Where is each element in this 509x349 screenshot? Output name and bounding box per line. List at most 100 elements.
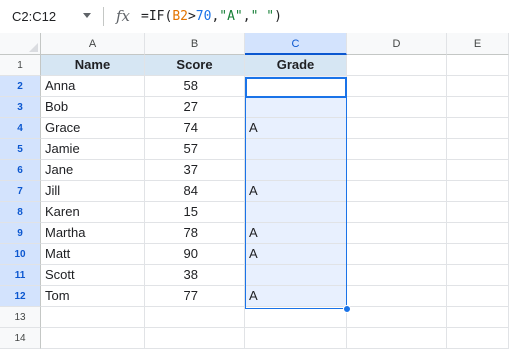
cell[interactable] xyxy=(447,265,509,286)
formula-input[interactable]: =IF(B2>70,"A"," ") xyxy=(141,9,282,24)
row-header-13[interactable]: 13 xyxy=(0,307,41,328)
row-header-8[interactable]: 8 xyxy=(0,202,41,223)
row-header-1[interactable]: 1 xyxy=(0,55,41,76)
cell[interactable] xyxy=(245,328,347,349)
fill-handle[interactable] xyxy=(343,305,351,313)
score-cell[interactable]: 90 xyxy=(145,244,245,265)
cell[interactable] xyxy=(347,160,447,181)
cell[interactable] xyxy=(347,286,447,307)
grade-cell[interactable] xyxy=(245,97,347,118)
grade-cell[interactable]: A xyxy=(245,223,347,244)
cell[interactable] xyxy=(347,328,447,349)
cell[interactable] xyxy=(245,307,347,328)
name-cell[interactable]: Anna xyxy=(41,76,145,97)
cell[interactable] xyxy=(447,181,509,202)
cell[interactable] xyxy=(447,55,509,76)
column-header-b[interactable]: B xyxy=(145,33,245,55)
row-header-14[interactable]: 14 xyxy=(0,328,41,349)
score-cell[interactable]: 27 xyxy=(145,97,245,118)
grade-cell[interactable] xyxy=(245,265,347,286)
cell[interactable] xyxy=(447,139,509,160)
column-header-e[interactable]: E xyxy=(447,33,509,55)
row-header-12[interactable]: 12 xyxy=(0,286,41,307)
grade-cell[interactable]: A xyxy=(245,244,347,265)
name-cell[interactable]: Jamie xyxy=(41,139,145,160)
cell[interactable] xyxy=(447,118,509,139)
name-box[interactable]: C2:C12 xyxy=(0,0,101,33)
cell[interactable] xyxy=(347,139,447,160)
cell[interactable] xyxy=(447,202,509,223)
name-cell[interactable]: Jill xyxy=(41,181,145,202)
grade-cell[interactable]: A xyxy=(245,181,347,202)
cell[interactable] xyxy=(447,76,509,97)
header-cell-name[interactable]: Name xyxy=(41,55,145,76)
column-header-d[interactable]: D xyxy=(347,33,447,55)
row-header-5[interactable]: 5 xyxy=(0,139,41,160)
header-cell-grade[interactable]: Grade xyxy=(245,55,347,76)
cell[interactable] xyxy=(347,307,447,328)
row-header-6[interactable]: 6 xyxy=(0,160,41,181)
name-cell[interactable]: Scott xyxy=(41,265,145,286)
name-cell[interactable]: Bob xyxy=(41,97,145,118)
cell[interactable] xyxy=(447,223,509,244)
cell[interactable] xyxy=(347,76,447,97)
row-header-9[interactable]: 9 xyxy=(0,223,41,244)
chevron-down-icon[interactable] xyxy=(83,13,91,18)
fx-icon: fx xyxy=(116,7,131,25)
cell[interactable] xyxy=(347,97,447,118)
cell[interactable] xyxy=(347,202,447,223)
name-cell[interactable]: Karen xyxy=(41,202,145,223)
row-header-11[interactable]: 11 xyxy=(0,265,41,286)
name-cell[interactable]: Tom xyxy=(41,286,145,307)
name-cell[interactable]: Jane xyxy=(41,160,145,181)
header-cell-score[interactable]: Score xyxy=(145,55,245,76)
formula-bar-divider xyxy=(103,7,104,26)
name-cell[interactable]: Grace xyxy=(41,118,145,139)
cell[interactable] xyxy=(347,244,447,265)
cell[interactable] xyxy=(347,55,447,76)
score-cell[interactable]: 38 xyxy=(145,265,245,286)
grade-cell[interactable]: A xyxy=(245,286,347,307)
grade-cell[interactable] xyxy=(245,160,347,181)
name-box-value[interactable]: C2:C12 xyxy=(12,9,56,24)
score-cell[interactable]: 77 xyxy=(145,286,245,307)
column-header-c[interactable]: C xyxy=(245,33,347,55)
cell[interactable] xyxy=(347,223,447,244)
cell[interactable] xyxy=(347,265,447,286)
cell[interactable] xyxy=(145,328,245,349)
score-cell[interactable]: 74 xyxy=(145,118,245,139)
row-header-4[interactable]: 4 xyxy=(0,118,41,139)
name-cell[interactable]: Matt xyxy=(41,244,145,265)
formula-string-false: " " xyxy=(250,9,275,24)
score-cell[interactable]: 84 xyxy=(145,181,245,202)
score-cell[interactable]: 57 xyxy=(145,139,245,160)
grade-cell[interactable] xyxy=(245,202,347,223)
cell[interactable] xyxy=(447,97,509,118)
column-header-a[interactable]: A xyxy=(41,33,145,55)
cell[interactable] xyxy=(347,181,447,202)
cell[interactable] xyxy=(145,307,245,328)
cell[interactable] xyxy=(447,244,509,265)
cell[interactable] xyxy=(447,286,509,307)
name-cell[interactable]: Martha xyxy=(41,223,145,244)
cell[interactable] xyxy=(447,307,509,328)
cell[interactable] xyxy=(447,160,509,181)
row-header-3[interactable]: 3 xyxy=(0,97,41,118)
score-cell[interactable]: 37 xyxy=(145,160,245,181)
select-all-corner[interactable] xyxy=(0,33,41,55)
row-header-7[interactable]: 7 xyxy=(0,181,41,202)
cell[interactable] xyxy=(447,328,509,349)
score-cell[interactable]: 15 xyxy=(145,202,245,223)
cell[interactable] xyxy=(41,328,145,349)
formula-string-true: "A" xyxy=(219,9,243,24)
score-cell[interactable]: 78 xyxy=(145,223,245,244)
grade-cell[interactable]: A xyxy=(245,118,347,139)
grade-cell[interactable] xyxy=(245,76,347,97)
cell[interactable] xyxy=(347,118,447,139)
grade-cell[interactable] xyxy=(245,139,347,160)
score-cell[interactable]: 58 xyxy=(145,76,245,97)
row-header-2[interactable]: 2 xyxy=(0,76,41,97)
formula-prefix: =IF( xyxy=(141,9,173,24)
row-header-10[interactable]: 10 xyxy=(0,244,41,265)
cell[interactable] xyxy=(41,307,145,328)
